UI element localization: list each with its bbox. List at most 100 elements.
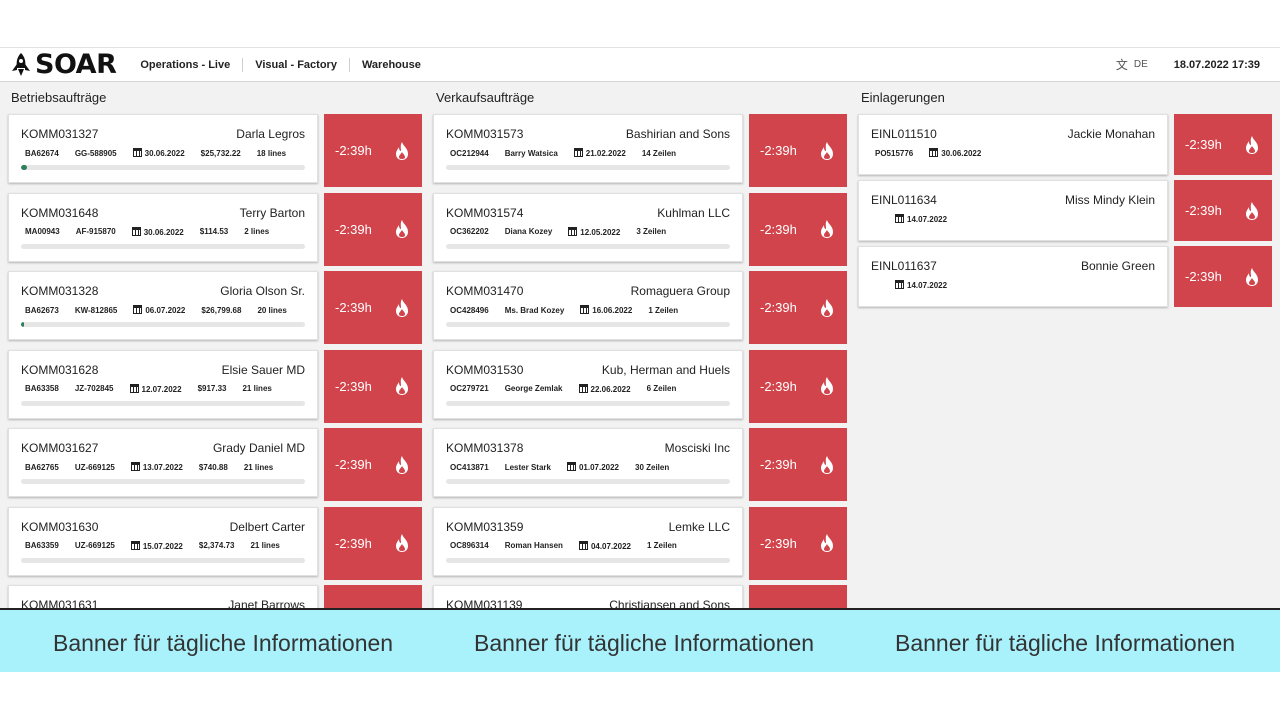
card-header: KOMM031631 Janet Barrows xyxy=(21,598,305,608)
order-card[interactable]: KOMM031628 Elsie Sauer MD BA63358 JZ-702845… xyxy=(8,349,318,419)
line-count: 21 lines xyxy=(250,541,287,550)
customer-name: Kuhlman LLC xyxy=(657,205,730,220)
calendar-icon xyxy=(580,305,590,314)
order-card[interactable]: KOMM031359 Lemke LLC OC896314 Roman Hansen 0… xyxy=(433,506,743,576)
due-date-value: 22.06.2022 xyxy=(590,384,631,394)
line-count: 14 Zeilen xyxy=(642,149,684,158)
contact-name-value: Diana Kozey xyxy=(504,227,553,236)
due-date-value: 12.05.2022 xyxy=(580,227,621,237)
time-remaining: -2:39h xyxy=(335,535,372,551)
nav-warehouse[interactable]: Warehouse xyxy=(350,58,433,72)
order-id: KOMM031574 xyxy=(446,205,524,220)
overdue-timer[interactable]: -2:39h xyxy=(324,428,422,501)
due-date-value: 14.07.2022 xyxy=(907,215,948,224)
customer-name: Bonnie Green xyxy=(1080,259,1155,273)
column-einlagerungen: Einlagerungen EINL011510 Jackie Monahan PO… xyxy=(858,82,1272,312)
order-ref-value: OC362202 xyxy=(450,227,489,236)
order-card[interactable]: KOMM031630 Delbert Carter BA63359 UZ-669125… xyxy=(8,506,318,576)
time-remaining: -2:39h xyxy=(335,143,372,158)
customer-name: Romaguera Group xyxy=(630,284,730,298)
overdue-timer[interactable]: -2:39h xyxy=(749,114,847,187)
card-details: BA62674 GG-588905 30.06.2022 $25,732.22 18 l… xyxy=(21,148,305,158)
order-card[interactable]: KOMM031470 Romaguera Group OC428496 Ms. Bra… xyxy=(433,271,743,340)
customer-name: Lemke LLC xyxy=(668,519,730,534)
overdue-timer[interactable]: -2:39h xyxy=(749,271,847,344)
order-row: EINL011510 Jackie Monahan PO515776 30.06.20… xyxy=(858,114,1272,180)
overdue-timer[interactable]: -2:39h xyxy=(324,192,422,266)
order-row: EINL011634 Miss Mindy Klein 14.07.2022 -2:3… xyxy=(858,180,1272,246)
order-card[interactable]: KOMM031378 Mosciski Inc OC413871 Lester Sta… xyxy=(433,428,743,497)
order-card[interactable]: KOMM031139 Christiansen and Sons xyxy=(433,585,743,608)
card-header: EINL011637 Bonnie Green xyxy=(871,259,1155,273)
line-count-value: 21 lines xyxy=(243,462,274,472)
nav-operations-live[interactable]: Operations - Live xyxy=(128,57,244,72)
calendar-icon xyxy=(130,540,140,550)
flame-icon xyxy=(396,455,408,474)
progress-bar xyxy=(21,322,305,327)
part-number-value: GG-588905 xyxy=(74,148,117,158)
overdue-timer[interactable]: -2:39h xyxy=(1174,246,1272,307)
card-header: KOMM031328 Gloria Olson Sr. xyxy=(21,284,305,298)
overdue-timer[interactable]: -2:39h xyxy=(324,349,422,423)
order-amount-value: $2,374.73 xyxy=(198,541,235,550)
order-id: EINL011637 xyxy=(871,259,937,273)
progress-bar xyxy=(446,243,730,249)
contact-name: Barry Watsica xyxy=(505,149,566,158)
header-right: 文 DE 18.07.2022 17:39 xyxy=(1116,56,1260,73)
order-card[interactable]: KOMM031573 Bashirian and Sons OC212944 Barr… xyxy=(433,114,743,183)
order-card[interactable]: KOMM031574 Kuhlman LLC OC362202 Diana Kozey… xyxy=(433,192,743,262)
order-id: KOMM031470 xyxy=(446,284,524,298)
order-card[interactable]: KOMM031648 Terry Barton MA00943 AF-915870 30… xyxy=(8,192,318,262)
due-date: 04.07.2022 xyxy=(578,540,639,551)
language-switcher[interactable]: 文 DE xyxy=(1116,56,1148,73)
overdue-timer[interactable]: -2:39h xyxy=(1174,180,1272,241)
order-ref-value: OC413871 xyxy=(450,462,489,472)
line-count-value: 1 Zeilen xyxy=(648,305,679,315)
order-ref-value: OC212944 xyxy=(450,148,489,158)
order-card[interactable]: EINL011634 Miss Mindy Klein 14.07.2022 xyxy=(858,180,1168,241)
overdue-timer[interactable]: -2:39h xyxy=(1174,114,1272,175)
due-date-value: 06.07.2022 xyxy=(145,306,186,315)
order-card[interactable]: KOMM031631 Janet Barrows xyxy=(8,585,318,608)
overdue-timer[interactable]: -2:39h xyxy=(324,114,422,187)
info-banner: Banner für tägliche Informationen Banner… xyxy=(0,608,1280,672)
overdue-timer[interactable] xyxy=(749,585,847,608)
overdue-timer[interactable]: -2:39h xyxy=(749,506,847,580)
order-card[interactable]: KOMM031328 Gloria Olson Sr. BA62673 KW-8128… xyxy=(8,271,318,340)
time-remaining: -2:39h xyxy=(335,221,372,237)
order-row: KOMM031574 Kuhlman LLC OC362202 Diana Kozey… xyxy=(433,192,847,272)
overdue-timer[interactable]: -2:39h xyxy=(749,192,847,266)
part-number: UZ-669125 xyxy=(75,463,123,472)
logo[interactable]: SOAR xyxy=(10,47,117,82)
overdue-timer[interactable]: -2:39h xyxy=(324,271,422,344)
part-number: JZ-702845 xyxy=(75,384,122,393)
order-amount-value: $26,799.68 xyxy=(201,305,242,315)
contact-name: Diana Kozey xyxy=(505,227,561,236)
overdue-timer[interactable]: -2:39h xyxy=(749,349,847,423)
order-row: KOMM031327 Darla Legros BA62674 GG-588905 30… xyxy=(8,114,422,193)
order-ref-value: BA63359 xyxy=(25,541,59,550)
order-id: KOMM031378 xyxy=(446,441,524,455)
order-card[interactable]: EINL011510 Jackie Monahan PO515776 30.06.20… xyxy=(858,114,1168,175)
order-card[interactable]: KOMM031627 Grady Daniel MD BA62765 UZ-66912… xyxy=(8,428,318,497)
due-date-value: 30.06.2022 xyxy=(144,149,185,158)
top-bar: SOAR Operations - Live Visual - Factory … xyxy=(0,47,1280,82)
order-card[interactable]: KOMM031530 Kub, Herman and Huels OC279721 G… xyxy=(433,349,743,419)
due-date: 30.06.2022 xyxy=(131,226,192,237)
calendar-icon xyxy=(131,226,141,236)
card-header: EINL011634 Miss Mindy Klein xyxy=(871,193,1155,207)
overdue-timer[interactable]: -2:39h xyxy=(324,506,422,580)
nav-visual-factory[interactable]: Visual - Factory xyxy=(243,57,350,72)
overdue-timer[interactable] xyxy=(324,585,422,608)
order-card[interactable]: KOMM031327 Darla Legros BA62674 GG-588905 30… xyxy=(8,114,318,183)
part-number-value: KW-812865 xyxy=(74,305,118,315)
order-card[interactable]: EINL011637 Bonnie Green 14.07.2022 xyxy=(858,246,1168,307)
order-ref-value: OC428496 xyxy=(450,305,489,315)
part-number: KW-812865 xyxy=(75,306,126,315)
order-id: KOMM031359 xyxy=(446,519,524,534)
flame-icon xyxy=(396,141,408,160)
translate-icon: 文 xyxy=(1115,58,1128,72)
customer-name: Darla Legros xyxy=(236,127,305,141)
overdue-timer[interactable]: -2:39h xyxy=(749,428,847,501)
line-count: 21 lines xyxy=(244,463,281,472)
